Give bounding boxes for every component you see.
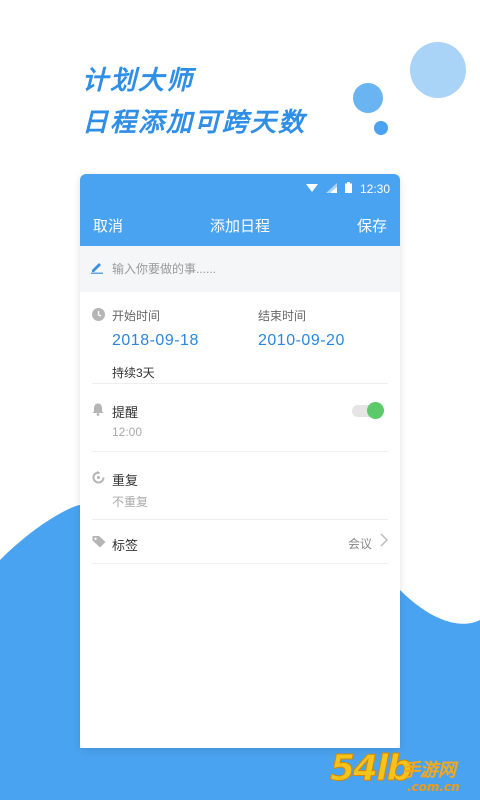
chevron-right-icon (380, 533, 389, 552)
time-section: 开始时间 2018-09-18 结束时间 2010-09-20 持续3天 (92, 292, 388, 384)
tag-value: 会议 (347, 537, 372, 551)
save-button[interactable]: 保存 (357, 215, 387, 236)
background-wave (0, 505, 80, 748)
wifi-icon (305, 182, 318, 196)
repeat-label: 重复 (112, 473, 139, 488)
end-time[interactable]: 结束时间 2010-09-20 (258, 307, 345, 350)
repeat-value: 不重复 (112, 495, 149, 509)
decor-circle-small (374, 121, 388, 135)
reminder-row[interactable]: 提醒 12:00 (92, 384, 388, 452)
start-time[interactable]: 开始时间 2018-09-18 (112, 307, 199, 350)
cancel-button[interactable]: 取消 (93, 215, 123, 236)
status-bar: 12:30 (80, 174, 400, 204)
toggle-knob (367, 402, 384, 419)
phone-mockup: 12:30 取消 添加日程 保存 开始时间 2018-09-18 结束时间 20… (80, 174, 400, 748)
reminder-time[interactable]: 12:00 (112, 425, 142, 439)
tag-row[interactable]: 标签 会议 (92, 520, 389, 564)
repeat-row[interactable]: 重复 不重复 (92, 452, 388, 520)
event-input-row[interactable] (80, 246, 400, 292)
start-date-value[interactable]: 2018-09-18 (112, 332, 199, 350)
watermark-logo-text: 手游网 (402, 760, 456, 781)
decor-circle-large (410, 42, 466, 98)
bell-icon (92, 403, 104, 421)
signal-icon (325, 182, 337, 196)
end-time-label: 结束时间 (258, 309, 307, 323)
reminder-label: 提醒 (112, 405, 139, 420)
end-date-value[interactable]: 2010-09-20 (258, 332, 345, 350)
repeat-icon (92, 471, 105, 489)
pencil-icon (90, 260, 104, 279)
clock-icon (92, 308, 105, 326)
page-title: 添加日程 (209, 217, 270, 235)
reminder-toggle[interactable] (352, 402, 384, 419)
tag-label: 标签 (112, 538, 139, 553)
tag-icon (92, 535, 106, 553)
status-time: 12:30 (359, 182, 390, 196)
promo-subtitle: 日程添加可跨天数 (82, 108, 307, 138)
duration-text: 持续3天 (112, 366, 155, 380)
watermark-logo-domain: .com.cn (407, 780, 460, 794)
battery-icon (344, 182, 352, 196)
start-time-label: 开始时间 (112, 309, 161, 323)
event-input[interactable] (112, 262, 372, 276)
promo-title: 计划大师 (82, 66, 195, 96)
watermark-logo-number: 54lb (329, 748, 412, 790)
app-bar: 取消 添加日程 保存 (80, 204, 400, 246)
decor-circle-medium (353, 83, 383, 113)
